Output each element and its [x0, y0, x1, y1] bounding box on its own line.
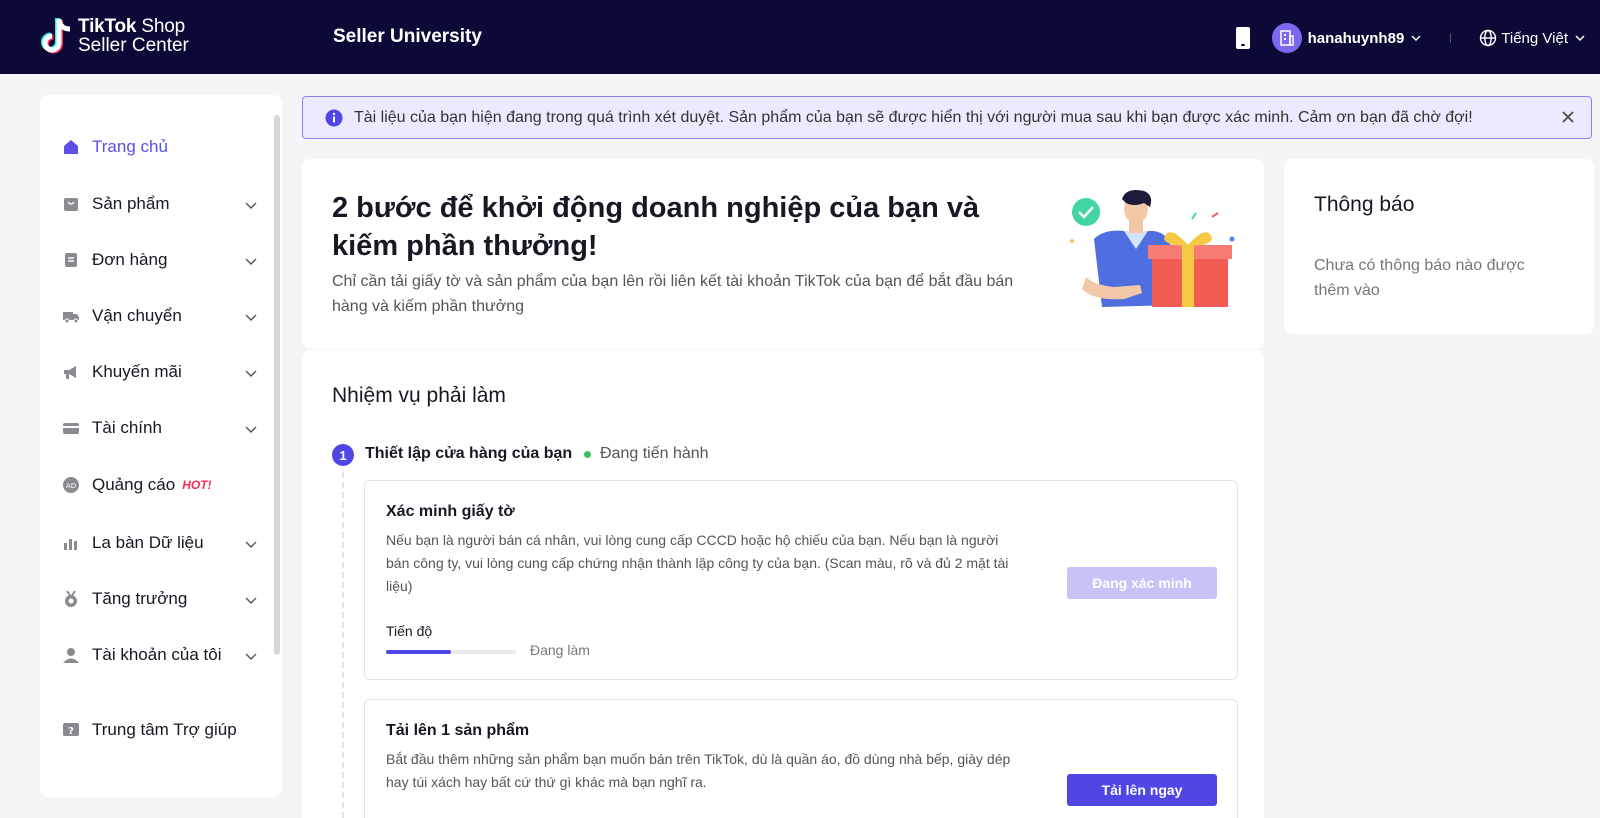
sidebar-item-label: Khuyến mãi — [92, 362, 182, 381]
notifications-title: Thông báo — [1314, 193, 1415, 216]
chevron-down-icon — [245, 541, 257, 548]
logo-shop-text: Shop — [141, 16, 185, 37]
sidebar-item-finance[interactable]: Tài chính — [62, 413, 258, 443]
logo-seller-center-text: Seller Center — [78, 35, 189, 56]
upload-product-task: Tải lên 1 sản phẩm Bắt đầu thêm những sả… — [364, 699, 1238, 818]
sidebar-item-home[interactable]: Trang chủ — [62, 132, 258, 162]
sidebar-item-orders[interactable]: Đơn hàng — [62, 245, 258, 275]
chevron-down-icon — [245, 597, 257, 604]
avatar[interactable] — [1271, 23, 1302, 53]
verify-documents-task: Xác minh giấy tờ Nếu bạn là người bán cá… — [364, 480, 1238, 680]
bar-chart-icon — [64, 539, 77, 550]
sidebar-item-label: Trung tâm Trợ giúp — [92, 720, 237, 739]
tasks-card: Nhiệm vụ phải làm 1 Thiết lập cửa hàng c… — [302, 350, 1264, 818]
sidebar: Trang chủ Sản phẩm Đơn hàng Vận chuyển K… — [40, 95, 282, 797]
task-description: Nếu bạn là người bán cá nhân, vui lòng c… — [386, 532, 1009, 594]
verification-notice-banner: Tài liệu của bạn hiện đang trong quá trì… — [302, 96, 1592, 139]
hero-title: 2 bước để khởi động doanh nghiệp của bạn… — [332, 192, 980, 262]
sidebar-item-promotions[interactable]: Khuyến mãi — [62, 357, 258, 387]
sidebar-item-ads[interactable]: AD Quảng cáo HOT! — [62, 470, 258, 500]
sidebar-item-shipping[interactable]: Vận chuyển — [62, 301, 258, 331]
language-selector[interactable]: Tiếng Việt — [1501, 30, 1568, 47]
sidebar-item-label: Đơn hàng — [92, 250, 168, 269]
verifying-button[interactable]: Đang xác minh — [1067, 567, 1217, 599]
notifications-card: Thông báo Chưa có thông báo nào được thê… — [1284, 159, 1594, 334]
task-title: Tải lên 1 sản phẩm — [386, 722, 530, 739]
sidebar-item-label: La bàn Dữ liệu — [92, 533, 204, 552]
tiktok-shop-logo[interactable]: TikTok Shop Seller Center — [38, 16, 189, 56]
medal-icon — [65, 590, 77, 607]
help-icon: ? — [63, 723, 79, 737]
info-icon — [325, 109, 343, 126]
progress-bar-fill — [386, 650, 451, 654]
logo-tiktok-text: TikTok — [78, 16, 137, 37]
header-actions: hanahuynh89 Tiếng Việt — [1235, 22, 1586, 54]
building-icon — [1279, 30, 1294, 46]
sidebar-scrollbar[interactable] — [274, 115, 280, 655]
chevron-down-icon — [245, 426, 257, 433]
progress-bar — [386, 650, 516, 654]
task-description: Bắt đầu thêm những sản phẩm bạn muốn bán… — [386, 751, 1011, 790]
sidebar-item-label: Sản phẩm — [92, 194, 170, 213]
chevron-down-icon[interactable] — [1574, 32, 1586, 44]
sidebar-item-my-account[interactable]: Tài khoản của tôi — [62, 640, 258, 670]
ad-icon: AD — [63, 477, 79, 493]
sidebar-item-growth[interactable]: Tăng trưởng — [62, 584, 258, 614]
credit-card-icon — [63, 423, 79, 434]
product-bag-icon — [64, 198, 78, 211]
tasks-title: Nhiệm vụ phải làm — [332, 384, 506, 407]
upload-now-button[interactable]: Tải lên ngay — [1067, 774, 1217, 806]
seller-university-link[interactable]: Seller University — [333, 26, 482, 48]
sidebar-item-products[interactable]: Sản phẩm — [62, 189, 258, 219]
sidebar-item-label: Trang chủ — [92, 137, 168, 156]
close-icon[interactable] — [1561, 110, 1575, 124]
progress-label: Tiến độ — [386, 623, 433, 639]
sidebar-item-label: Tài chính — [92, 418, 162, 437]
chevron-down-icon[interactable] — [1410, 32, 1422, 44]
svg-text:AD: AD — [66, 482, 76, 490]
hot-badge: HOT! — [182, 478, 212, 492]
svg-text:?: ? — [68, 726, 74, 737]
step-status-text: Đang tiến hành — [600, 445, 709, 462]
sidebar-item-label: Quảng cáo — [92, 475, 176, 494]
progress-status: Đang làm — [530, 642, 590, 658]
sidebar-item-label: Vận chuyển — [92, 306, 182, 325]
chevron-down-icon — [245, 258, 257, 265]
megaphone-icon — [64, 366, 76, 379]
globe-icon[interactable] — [1479, 29, 1497, 47]
truck-icon — [63, 312, 79, 324]
chevron-down-icon — [245, 314, 257, 321]
step-status: Đang tiến hành — [584, 445, 709, 463]
sidebar-item-label: Tài khoản của tôi — [92, 645, 222, 664]
mobile-phone-icon[interactable] — [1235, 27, 1250, 49]
status-dot-icon — [584, 450, 591, 458]
tiktok-logo-icon — [41, 18, 71, 54]
banner-text: Tài liệu của bạn hiện đang trong quá trì… — [354, 108, 1473, 126]
order-document-icon — [65, 253, 77, 267]
notifications-empty-text: Chưa có thông báo nào được thêm vào — [1314, 257, 1525, 299]
home-icon — [64, 140, 78, 154]
username[interactable]: hanahuynh89 — [1308, 30, 1405, 47]
task-title: Xác minh giấy tờ — [386, 503, 515, 520]
gift-illustration-icon — [1070, 190, 1235, 307]
step-connector-line — [342, 472, 344, 818]
top-bar: TikTok Shop Seller Center Seller Univers… — [0, 0, 1600, 74]
chevron-down-icon — [245, 202, 257, 209]
onboarding-hero-card: 2 bước để khởi động doanh nghiệp của bạn… — [302, 159, 1264, 349]
chevron-down-icon — [245, 653, 257, 660]
sidebar-item-help-center[interactable]: ? Trung tâm Trợ giúp — [62, 715, 258, 745]
user-icon — [63, 648, 79, 663]
divider — [1450, 33, 1452, 43]
sidebar-item-data-compass[interactable]: La bàn Dữ liệu — [62, 528, 258, 558]
sidebar-item-label: Tăng trưởng — [92, 589, 188, 608]
step-number-badge: 1 — [332, 444, 354, 466]
hero-subtitle: Chỉ cần tải giấy tờ và sản phẩm của bạn … — [332, 273, 1014, 315]
step-label: Thiết lập cửa hàng của bạn — [365, 445, 573, 462]
chevron-down-icon — [245, 370, 257, 377]
